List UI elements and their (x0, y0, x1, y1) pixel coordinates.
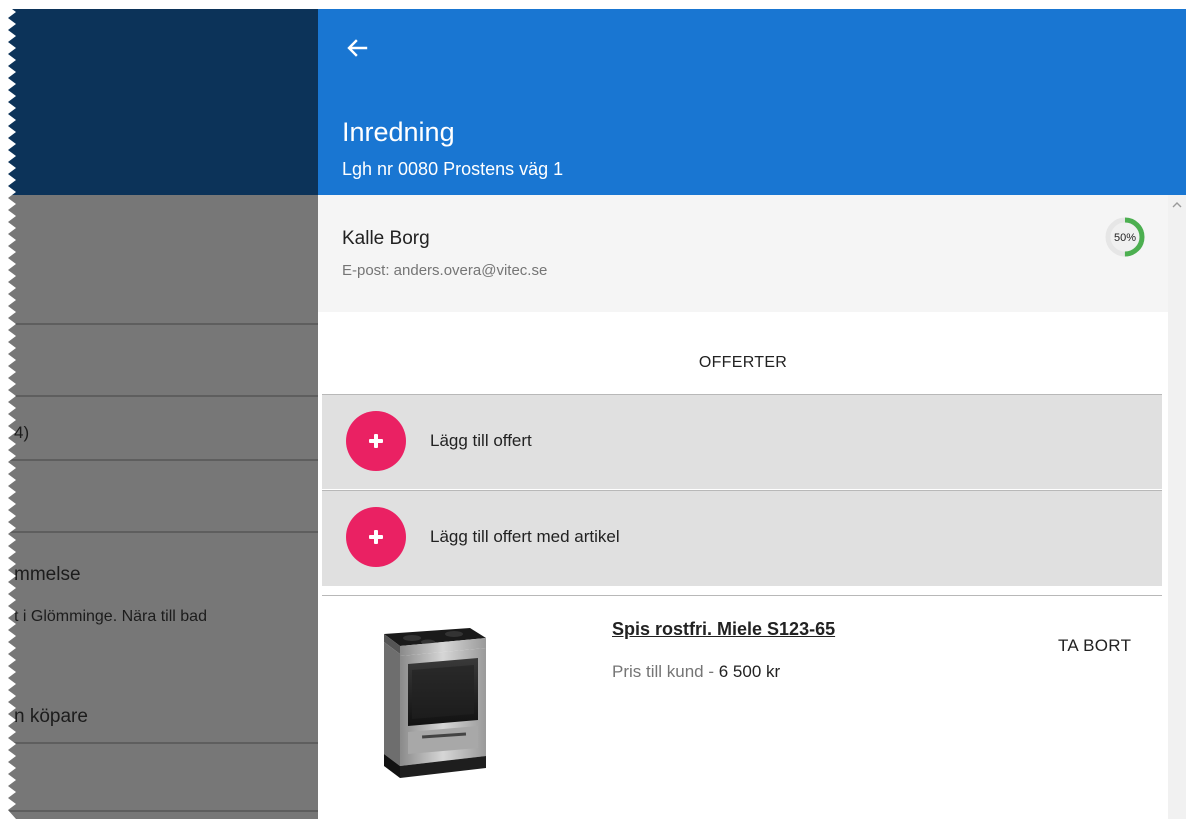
chevron-up-icon[interactable] (1171, 199, 1183, 211)
price-label: Pris till kund - (612, 662, 719, 681)
page-subtitle: Lgh nr 0080 Prostens väg 1 (342, 159, 564, 179)
background-row-text: 4) (14, 423, 30, 442)
background-row (0, 742, 318, 812)
add-offer-button[interactable]: Lägg till offert (322, 394, 1162, 489)
stove-image (384, 628, 486, 778)
top-margin (0, 0, 1186, 9)
page-title: Inredning (342, 117, 455, 147)
plus-icon[interactable] (346, 507, 406, 567)
item-name-link[interactable]: Spis rostfri. Miele S123-65 (612, 619, 835, 640)
arrow-left-icon (347, 39, 368, 57)
customer-card: Kalle Borg E-post: anders.overa@vitec.se… (318, 195, 1168, 312)
background-app: 4) mmelse t i Glömminge. Nära till bad n… (0, 9, 318, 819)
background-heading: mmelse (14, 564, 81, 585)
background-row: 4) (0, 395, 318, 461)
background-row (0, 195, 318, 325)
background-row (0, 323, 318, 397)
progress-ring: 50% (1105, 217, 1145, 257)
background-description: t i Glömminge. Nära till bad (14, 608, 207, 625)
background-row (0, 459, 318, 533)
add-offer-with-article-label: Lägg till offert med artikel (430, 527, 620, 546)
section-title-offers: OFFERTER (698, 354, 788, 371)
plus-icon[interactable] (346, 411, 406, 471)
add-offer-label: Lägg till offert (430, 431, 532, 450)
customer-name: Kalle Borg (342, 228, 430, 249)
scrollbar[interactable] (1168, 195, 1186, 819)
offer-item: Spis rostfri. Miele S123-65 Pris till ku… (322, 595, 1162, 820)
add-offer-with-article-button[interactable]: Lägg till offert med artikel (322, 490, 1162, 586)
app-bar: Inredning Lgh nr 0080 Prostens väg 1 (318, 9, 1186, 195)
back-button[interactable] (342, 33, 372, 63)
customer-email: E-post: anders.overa@vitec.se (342, 262, 548, 279)
price-row: Pris till kund - 6 500 kr (612, 662, 780, 682)
progress-label: 50% (1114, 232, 1136, 244)
remove-button[interactable]: TA BORT (1058, 636, 1131, 656)
detail-panel: Inredning Lgh nr 0080 Prostens väg 1 Kal… (318, 9, 1186, 820)
background-heading: n köpare (14, 706, 88, 727)
price-value: 6 500 kr (718, 662, 781, 681)
background-app-header (0, 9, 318, 195)
